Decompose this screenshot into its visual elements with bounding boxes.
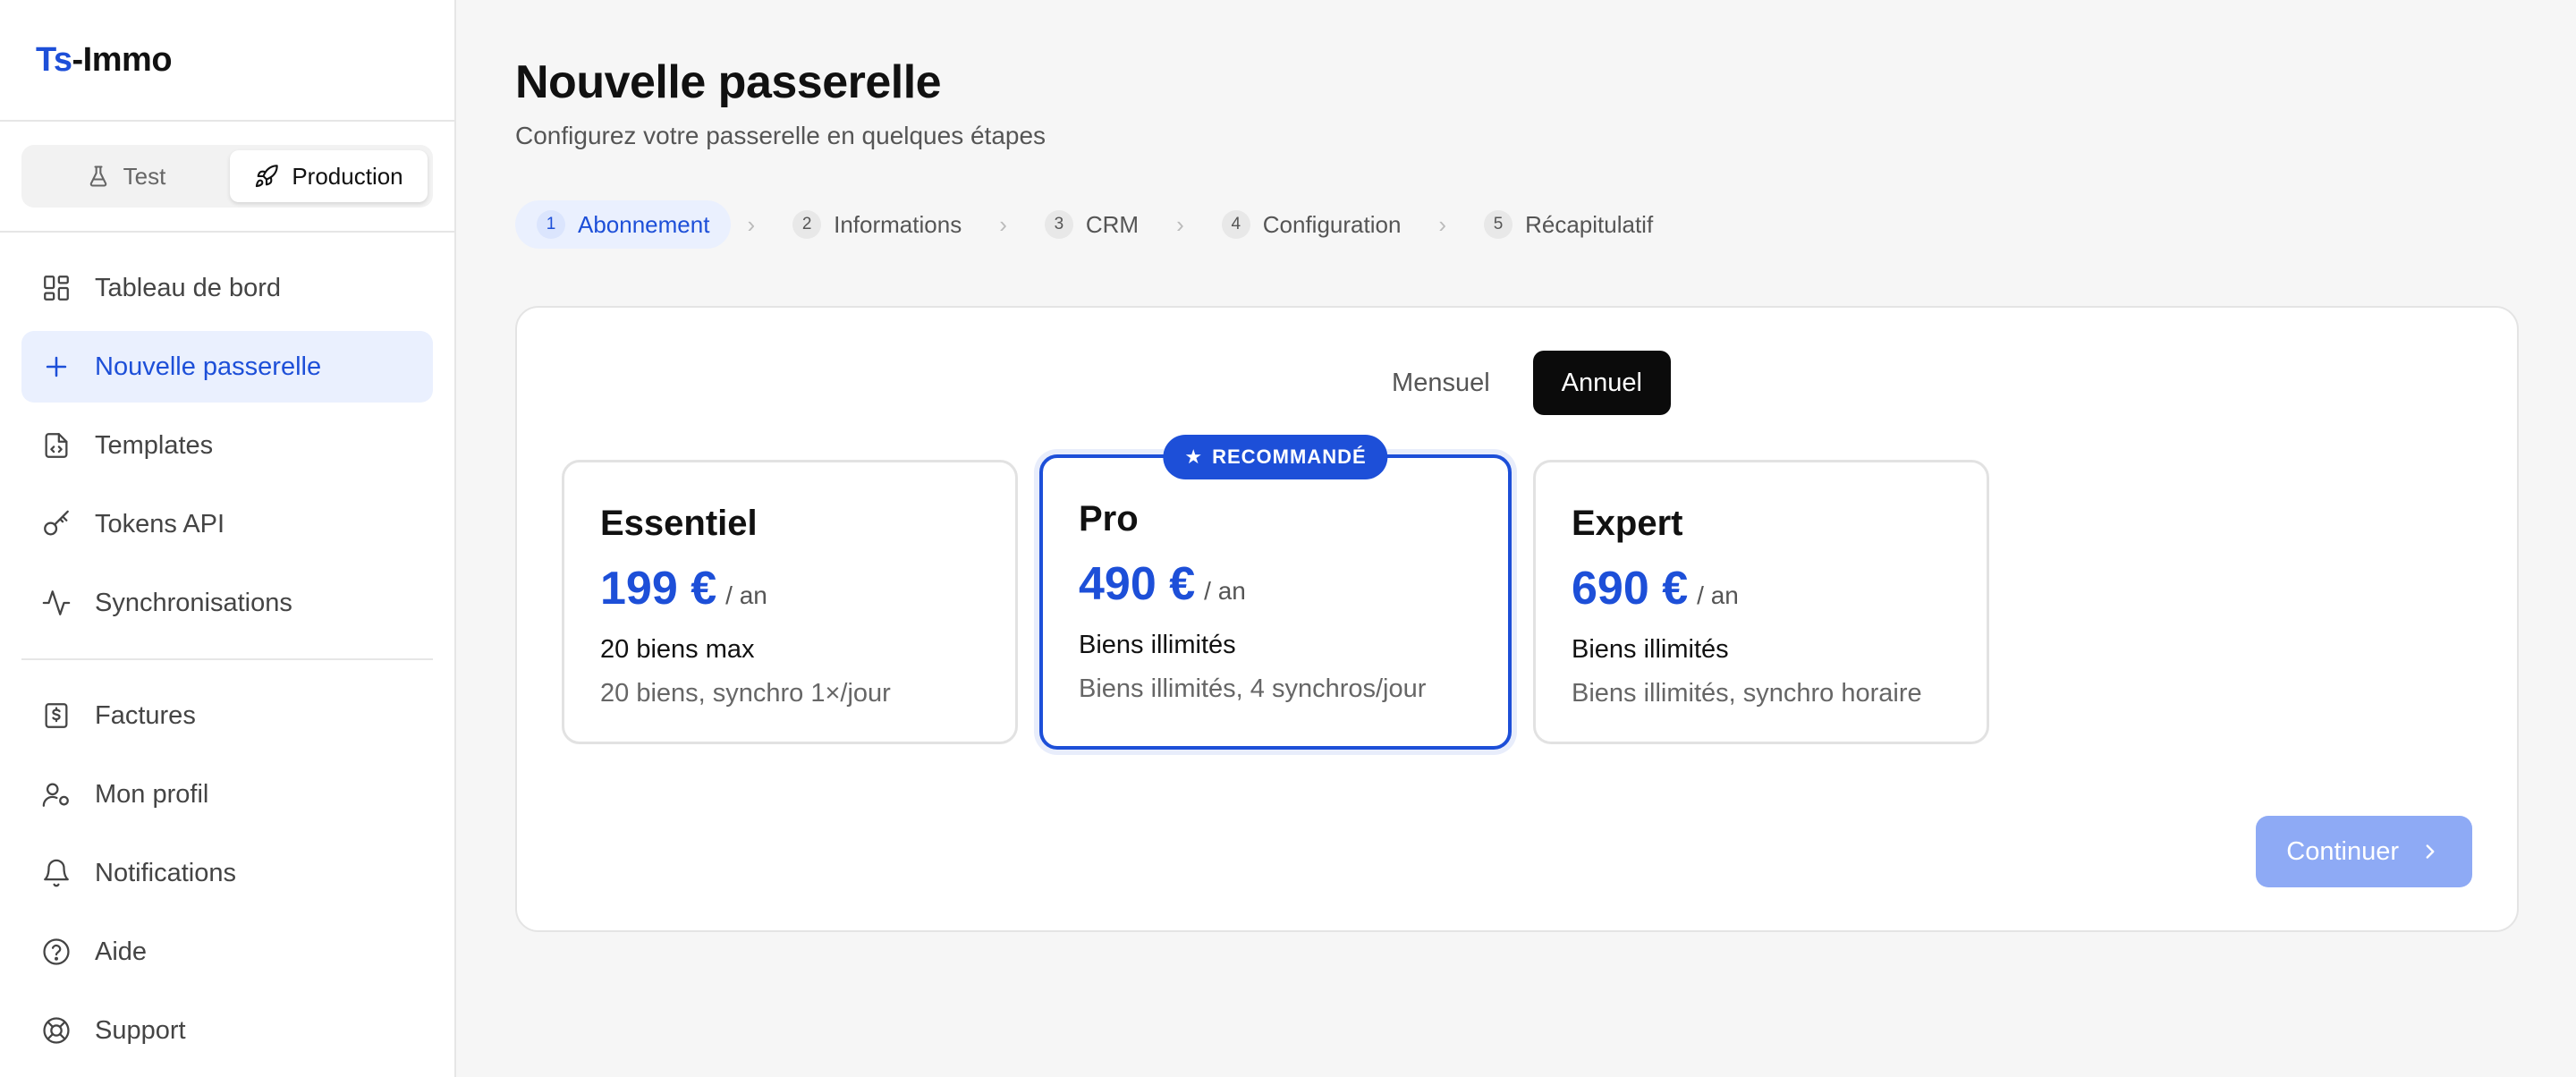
sidebar-item-label: Synchronisations [95,588,292,617]
plan-limit: Biens illimités [1079,631,1236,659]
step-number: 2 [792,210,822,239]
sidebar-item-profile[interactable]: Mon profil [21,759,433,830]
user-icon [42,783,69,807]
billing-monthly-button[interactable]: Mensuel [1363,351,1519,415]
chevron-right-icon: › [1176,210,1184,238]
sidebar-item-notifications[interactable]: Notifications [21,837,433,909]
sidebar-item-help[interactable]: Aide [21,916,433,988]
step-subscription[interactable]: 1 Abonnement [515,200,732,249]
chevron-right-icon [2426,844,2435,859]
bell-icon [44,859,69,887]
plan-name: Essentiel [600,504,758,543]
lifebuoy-icon [43,1017,70,1044]
activity-icon [42,590,71,615]
sidebar-item-support[interactable]: Support [21,995,433,1066]
help-icon [43,938,70,965]
stepper: 1 Abonnement › 2 Informations › 3 CRM › … [515,200,2519,249]
page-title: Nouvelle passerelle [515,56,942,108]
chevron-right-icon: › [999,210,1007,238]
plan-description: Biens illimités, 4 synchros/jour [1079,674,1427,703]
plan-amount: 490 € [1079,558,1196,610]
environment-switch: Test Production [21,145,433,208]
step-number: 3 [1044,210,1073,239]
plus-icon [46,356,67,377]
billing-toggle: Mensuel Annuel [517,351,2517,415]
step-configuration[interactable]: 4 Configuration [1200,200,1423,249]
sidebar-divider [21,658,433,660]
plan-period: / an [1697,581,1739,609]
dashboard-icon [44,276,69,301]
step-label: Abonnement [578,210,710,238]
key-icon [44,510,69,536]
plan-card-essentiel[interactable]: Essentiel 199 € / an 20 biens max 20 bie… [562,460,1018,744]
plans-list: Essentiel 199 € / an 20 biens max 20 bie… [562,435,1989,750]
plan-card-pro[interactable]: ★ RECOMMANDÉ Pro 490 € / an Biens illimi… [1039,435,1512,750]
step-number: 5 [1484,210,1513,239]
plan-description: 20 biens, synchro 1×/jour [600,679,891,708]
continue-label: Continuer [2286,836,2399,866]
file-code-icon [45,433,68,458]
plan-name: Pro [1079,499,1139,538]
sidebar-item-label: Support [95,1015,186,1045]
sidebar-item-tokens-api[interactable]: Tokens API [21,488,433,560]
plan-price: 199 € / an [600,562,979,615]
plan-amount: 199 € [600,563,717,615]
step-number: 1 [537,210,565,239]
environment-section: Test Production [0,122,454,233]
plan-description: Biens illimités, synchro horaire [1572,679,1922,708]
brand-part-1: Ts [36,40,72,79]
plan-price: 490 € / an [1079,557,1472,611]
sidebar-item-dashboard[interactable]: Tableau de bord [21,252,433,324]
step-label: Informations [834,210,962,238]
sidebar-item-new-gateway[interactable]: Nouvelle passerelle [21,331,433,403]
billing-yearly-button[interactable]: Annuel [1532,351,1671,415]
sidebar-item-label: Templates [95,430,214,460]
recommended-badge: ★ RECOMMANDÉ [1163,435,1388,479]
env-test-button[interactable]: Test [27,150,225,202]
sidebar-nav: Tableau de bord Nouvelle passerelle Temp… [0,233,454,1066]
plan-name: Expert [1572,504,1683,543]
plan-limit: Biens illimités [1572,635,1729,664]
plan-price: 690 € / an [1572,562,1951,615]
sidebar-item-label: Tableau de bord [95,273,281,302]
sidebar: Ts-Immo Test Production Tableau de bord [0,0,456,1077]
brand-logo[interactable]: Ts -Immo [0,0,454,122]
flask-icon [89,165,106,187]
main-content: Nouvelle passerelle Configurez votre pas… [456,0,2576,1077]
sidebar-item-label: Notifications [95,858,236,887]
continue-button[interactable]: Continuer [2256,816,2472,887]
sidebar-item-label: Mon profil [95,779,209,809]
star-icon: ★ [1184,445,1204,468]
step-summary[interactable]: 5 Récapitulatif [1462,200,1674,249]
env-production-label: Production [292,162,403,190]
plan-period: / an [1204,577,1246,605]
env-production-button[interactable]: Production [230,150,428,202]
rocket-icon [256,165,279,188]
chevron-right-icon: › [1438,210,1447,238]
brand-part-2: -Immo [72,40,173,79]
step-information[interactable]: 2 Informations [771,200,983,249]
step-number: 4 [1221,210,1250,239]
sidebar-item-label: Factures [95,700,196,730]
sidebar-item-label: Tokens API [95,509,225,538]
badge-label: RECOMMANDÉ [1212,445,1367,468]
plan-period: / an [725,581,767,609]
step-label: Récapitulatif [1525,210,1654,238]
step-label: Configuration [1262,210,1402,238]
plan-amount: 690 € [1572,563,1689,615]
chevron-right-icon: › [747,210,756,238]
sidebar-item-templates[interactable]: Templates [21,410,433,481]
env-test-label: Test [123,162,166,190]
plan-selection-card: Mensuel Annuel Essentiel 199 € / an 20 b… [515,306,2519,932]
sidebar-item-label: Nouvelle passerelle [95,352,322,381]
invoice-icon [45,703,68,728]
plan-card-expert[interactable]: Expert 690 € / an Biens illimités Biens … [1533,460,1989,744]
page-subtitle: Configurez votre passerelle en quelques … [515,122,1046,149]
sidebar-item-synchronisations[interactable]: Synchronisations [21,567,433,639]
sidebar-item-invoices[interactable]: Factures [21,680,433,751]
step-crm[interactable]: 3 CRM [1023,200,1160,249]
step-label: CRM [1085,210,1140,238]
plan-limit: 20 biens max [600,635,755,664]
sidebar-item-label: Aide [95,937,148,966]
